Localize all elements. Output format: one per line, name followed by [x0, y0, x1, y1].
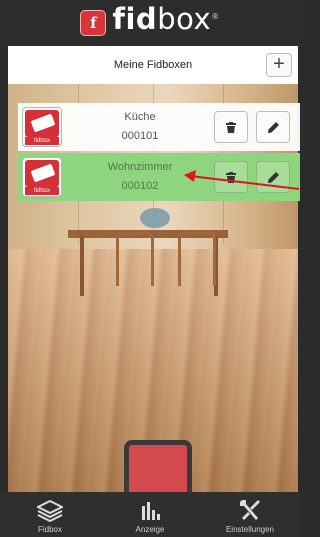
tab-fidbox[interactable]: Fidbox	[0, 492, 100, 537]
chair	[178, 232, 216, 286]
brand-name-bold: fid	[112, 2, 158, 36]
vase	[140, 208, 170, 228]
fidbox-row-wohnzimmer[interactable]: fidbox Wohnzimmer 000102	[18, 153, 300, 201]
fidbox-logo-icon: f	[80, 10, 107, 36]
fidbox-id: 000101	[121, 130, 159, 142]
fidbox-list: fidbox Küche 000101 fidbox Wohnzimmer 00…	[18, 103, 300, 203]
fidbox-icon: fidbox	[22, 157, 62, 197]
trash-icon	[226, 121, 236, 133]
registered-mark: ®	[211, 12, 220, 21]
edit-button[interactable]	[256, 161, 290, 193]
fidbox-name: Wohnzimmer	[107, 161, 173, 173]
tools-icon	[240, 500, 260, 520]
fidbox-icon-label: fidbox	[25, 137, 59, 145]
fidbox-text: Wohnzimmer 000102	[66, 160, 214, 194]
fidbox-id: 000102	[121, 180, 159, 192]
tab-einstellungen[interactable]: Einstellungen	[200, 492, 300, 537]
delete-button[interactable]	[214, 111, 248, 143]
page-title: Meine Fidboxen	[113, 59, 193, 71]
brand-bar: f fidbox®	[0, 0, 300, 46]
tab-label: Anzeige	[135, 525, 165, 534]
trash-icon	[226, 171, 236, 183]
brand-name-light: box	[157, 2, 212, 36]
tab-label: Einstellungen	[225, 525, 275, 534]
tab-bar: Fidbox Anzeige Einstellungen	[0, 492, 300, 537]
chair	[116, 232, 154, 286]
fidbox-device	[124, 440, 192, 492]
add-fidbox-button[interactable]: +	[266, 53, 292, 77]
fidbox-icon: fidbox	[22, 107, 62, 147]
fidbox-name: Küche	[124, 111, 156, 123]
page-header: Meine Fidboxen +	[8, 46, 298, 84]
logo-badge-letter: f	[90, 14, 97, 32]
bar-chart-icon	[142, 502, 160, 520]
fidbox-row-kueche[interactable]: fidbox Küche 000101	[18, 103, 300, 151]
fidbox-text: Küche 000101	[66, 110, 214, 144]
device-screen	[129, 445, 187, 492]
pencil-icon	[267, 171, 279, 183]
edit-button[interactable]	[256, 111, 290, 143]
brand-name: fidbox®	[112, 4, 219, 42]
tab-label: Fidbox	[37, 525, 62, 534]
layers-icon	[37, 500, 63, 522]
delete-button[interactable]	[214, 161, 248, 193]
table-leg	[80, 236, 84, 296]
pencil-icon	[267, 121, 279, 133]
tab-anzeige[interactable]: Anzeige	[100, 492, 200, 537]
fidbox-icon-label: fidbox	[25, 187, 59, 195]
